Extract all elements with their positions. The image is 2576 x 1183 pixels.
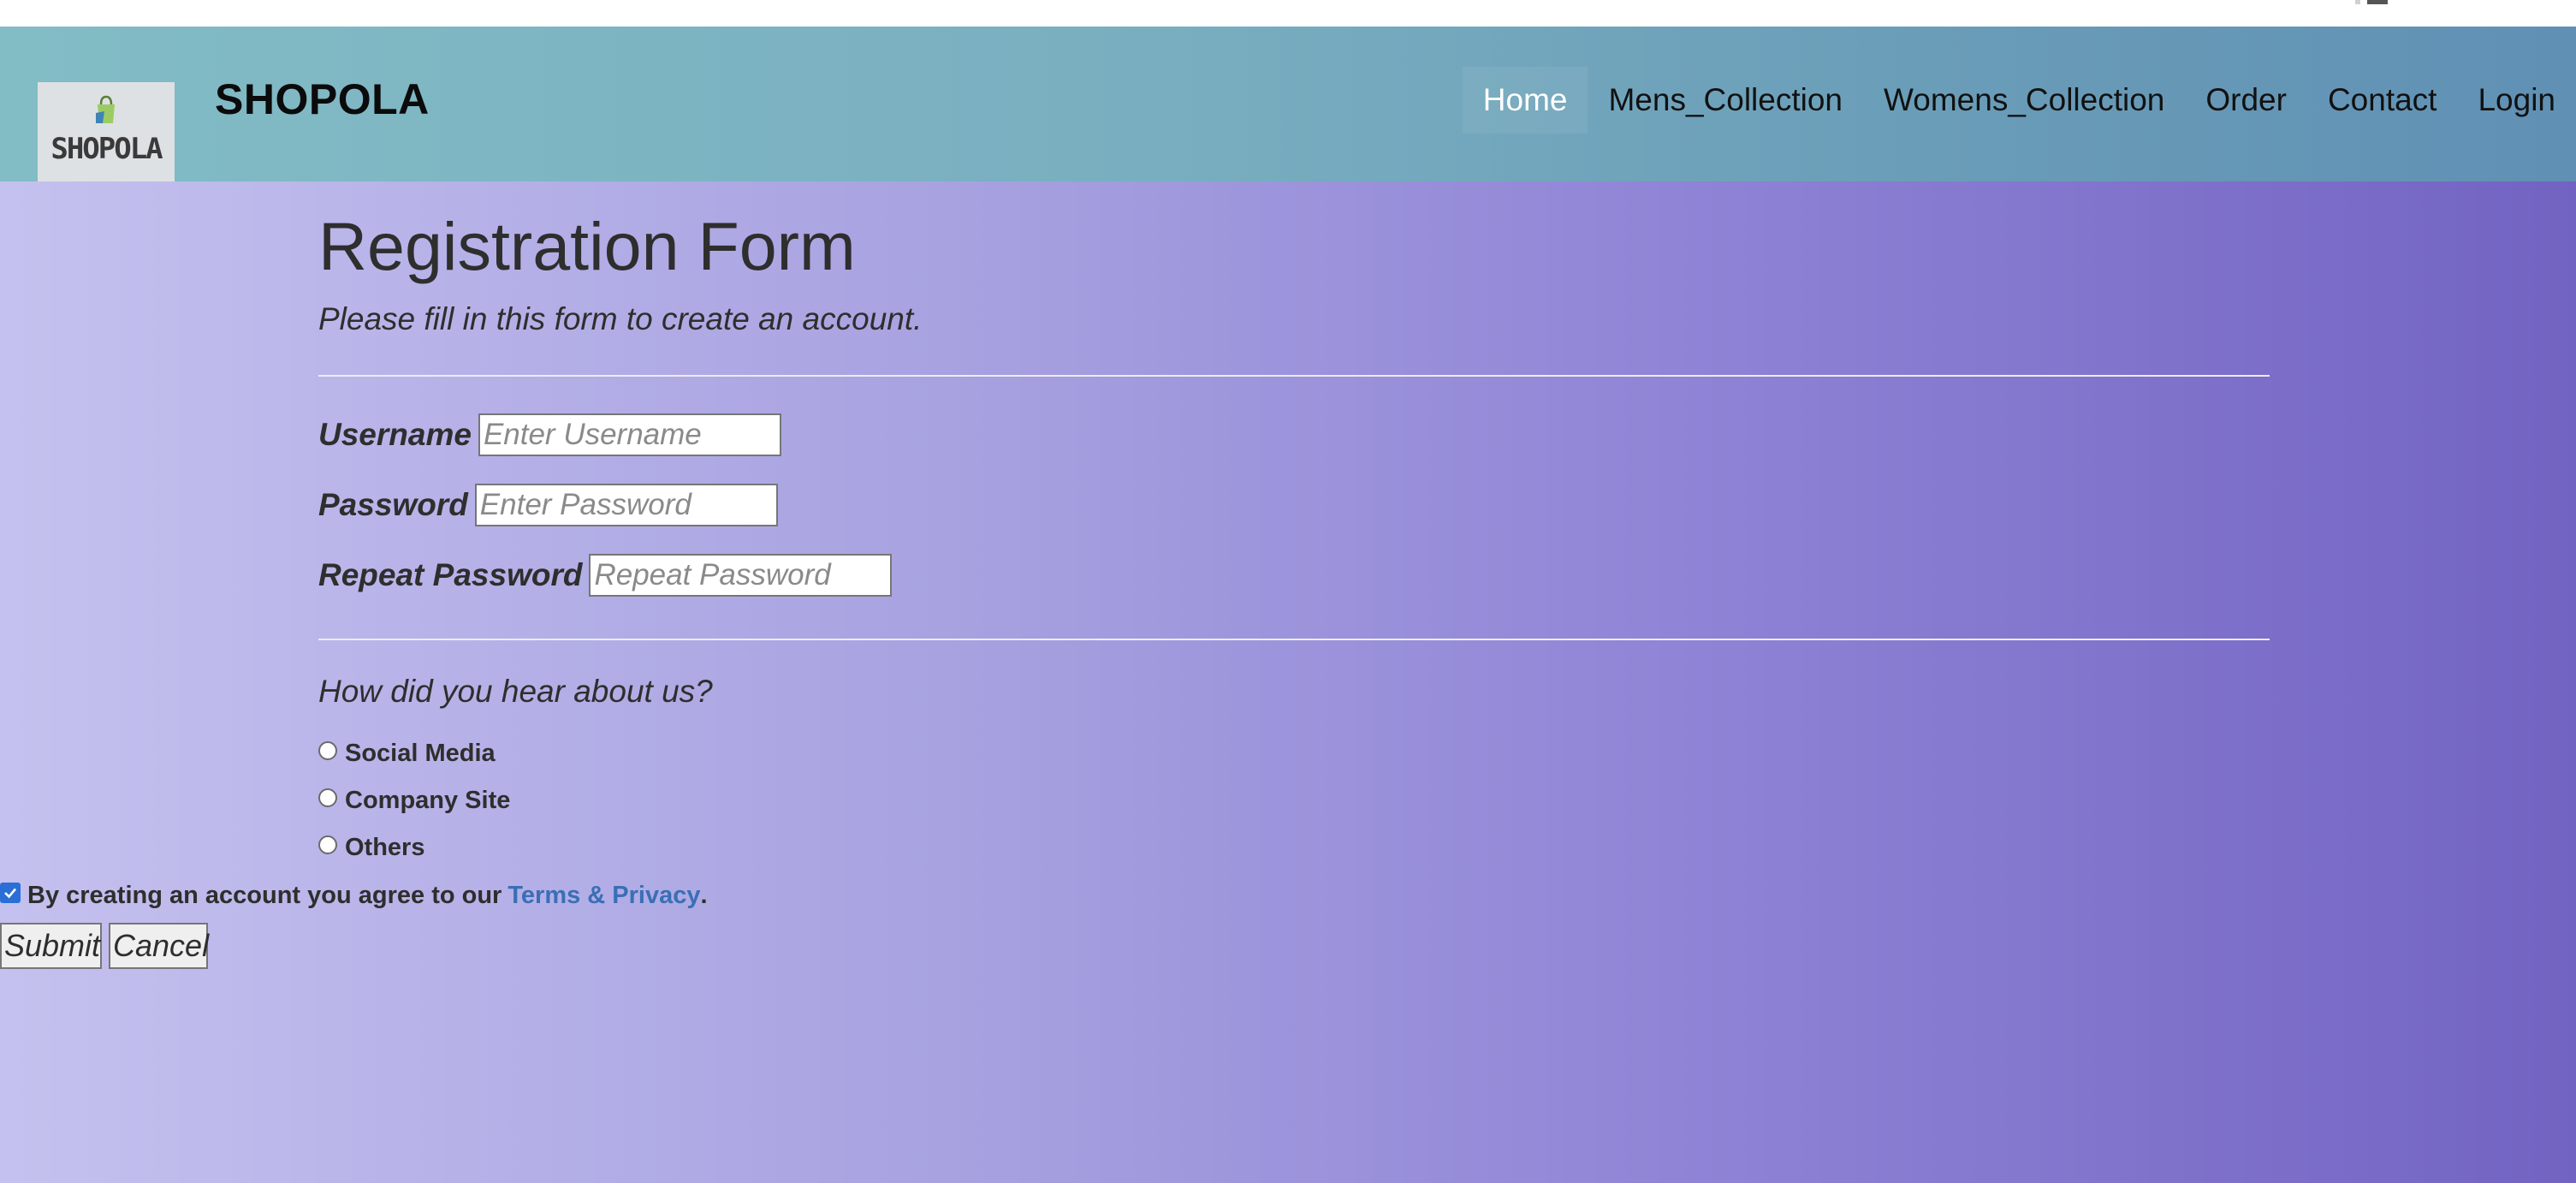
nav-order[interactable]: Order	[2185, 67, 2307, 134]
radio-label: Others	[345, 833, 425, 861]
logo[interactable]: SHOPOLA	[38, 82, 175, 181]
terms-checkbox[interactable]	[0, 883, 21, 903]
logo-text: SHOPOLA	[50, 132, 163, 166]
nav-home[interactable]: Home	[1462, 67, 1588, 134]
radio-label: Social Media	[345, 739, 496, 767]
terms-privacy-link[interactable]: Terms & Privacy	[507, 882, 700, 910]
divider	[318, 639, 2270, 640]
nav-contact[interactable]: Contact	[2307, 67, 2458, 134]
radio-button[interactable]	[318, 835, 337, 854]
username-input[interactable]	[478, 413, 781, 456]
window-control-icon	[2355, 0, 2389, 4]
radio-button[interactable]	[318, 788, 337, 807]
nav-womens-collection[interactable]: Womens_Collection	[1863, 67, 2185, 134]
nav-login[interactable]: Login	[2457, 67, 2576, 134]
browser-top-strip	[0, 0, 2576, 27]
radio-label: Company Site	[345, 786, 511, 814]
terms-row: By creating an account you agree to our …	[0, 878, 708, 913]
repeat-password-input[interactable]	[589, 554, 893, 597]
radio-company-site[interactable]: Company Site	[318, 783, 510, 817]
terms-text: By creating an account you agree to our	[27, 881, 502, 909]
referral-question: How did you hear about us?	[318, 674, 713, 709]
checkmark-icon	[4, 888, 16, 899]
submit-button[interactable]: Submit	[0, 923, 102, 969]
radio-others[interactable]: Others	[318, 830, 424, 865]
password-label: Password	[318, 487, 468, 522]
form-subtitle: Please fill in this form to create an ac…	[318, 301, 923, 336]
form-title: Registration Form	[318, 208, 856, 284]
username-row: Username	[318, 411, 781, 459]
repeat-password-label: Repeat Password	[318, 557, 583, 592]
brand-name: SHOPOLA	[215, 75, 430, 123]
repeat-password-row: Repeat Password	[318, 551, 893, 599]
radio-button[interactable]	[318, 741, 337, 760]
password-row: Password	[318, 481, 778, 529]
cancel-button[interactable]: Cancel	[109, 923, 209, 969]
main-nav: Home Mens_Collection Womens_Collection O…	[1462, 66, 2576, 134]
radio-social-media[interactable]: Social Media	[318, 736, 496, 770]
navbar: SHOPOLA SHOPOLA Home Mens_Collection Wom…	[0, 27, 2576, 181]
divider	[318, 375, 2270, 377]
password-input[interactable]	[474, 484, 778, 526]
nav-mens-collection[interactable]: Mens_Collection	[1588, 67, 1863, 134]
shopping-bag-icon	[96, 95, 115, 123]
terms-period: .	[700, 881, 708, 909]
username-label: Username	[318, 417, 472, 452]
